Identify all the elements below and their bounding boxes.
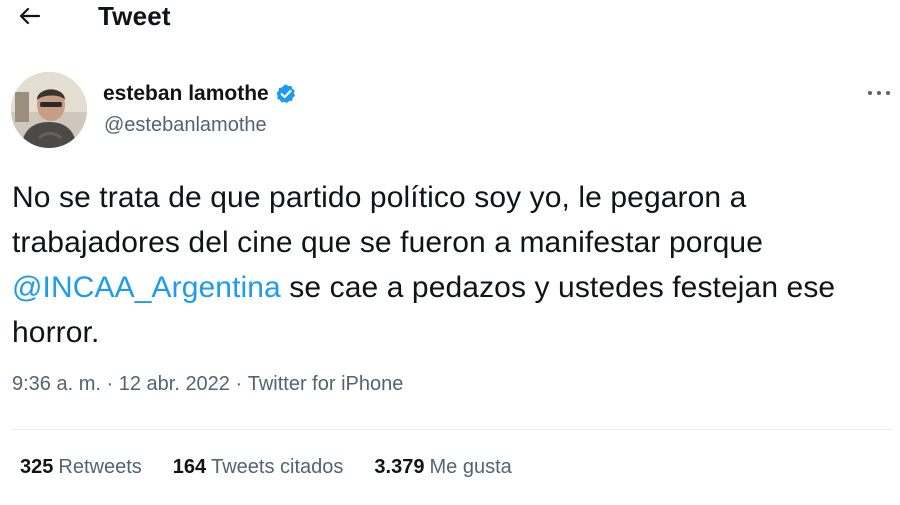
meta-separator: · [100, 373, 119, 395]
stat-label: Tweets citados [211, 456, 344, 478]
stat-count: 325 [20, 456, 54, 478]
tweet-date[interactable]: 12 abr. 2022 [119, 373, 230, 396]
tweet-text: No se trata de que partido político soy … [12, 175, 898, 355]
divider [12, 429, 892, 430]
tweet-page: Tweet esteban lamothe @estebanlamothe No… [0, 0, 900, 505]
back-button[interactable] [14, 2, 46, 30]
header: Tweet [0, 0, 900, 36]
avatar[interactable] [11, 72, 87, 148]
stat-quote-tweets[interactable]: 164 Tweets citados [173, 456, 344, 479]
tweet-time[interactable]: 9:36 a. m. [12, 373, 101, 396]
more-horizontal-icon [868, 91, 890, 95]
stat-retweets[interactable]: 325 Retweets [20, 456, 142, 479]
author-name-row[interactable]: esteban lamothe [103, 80, 297, 108]
tweet-meta: 9:36 a. m. · 12 abr. 2022 · Twitter for … [12, 373, 403, 396]
arrow-left-icon [19, 7, 41, 25]
stat-likes[interactable]: 3.379 Me gusta [374, 456, 511, 479]
stat-label: Me gusta [429, 456, 512, 478]
verified-badge-icon [276, 84, 295, 103]
stat-count: 3.379 [374, 456, 425, 478]
mention-link[interactable]: @INCAA_Argentina [12, 271, 281, 304]
stat-label: Retweets [58, 456, 142, 478]
author-handle[interactable]: @estebanlamothe [104, 114, 267, 137]
author-name[interactable]: esteban lamothe [103, 82, 269, 106]
tweet-stats: 325 Retweets 164 Tweets citados 3.379 Me… [20, 456, 543, 479]
page-title: Tweet [98, 1, 171, 31]
tweet-source[interactable]: Twitter for iPhone [248, 373, 404, 396]
meta-separator: · [229, 373, 248, 395]
stat-count: 164 [172, 456, 207, 478]
more-options-button[interactable] [862, 80, 896, 106]
avatar-photo [11, 72, 87, 148]
tweet-text-part: No se trata de que partido político soy … [12, 181, 763, 259]
